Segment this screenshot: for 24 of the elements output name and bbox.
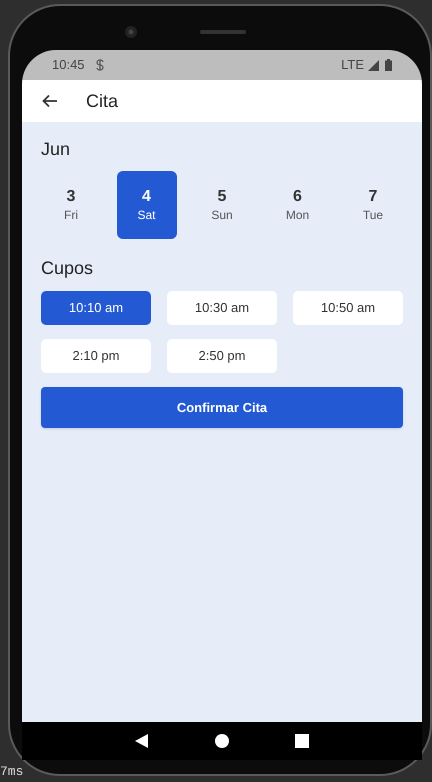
day-tab[interactable]: 5 Sun [192,171,252,239]
section-title: Cupos [41,257,94,279]
camera-icon [124,25,138,39]
back-icon[interactable] [135,734,149,748]
time-slot-button[interactable]: 2:10 pm [41,339,151,373]
time-slot-button[interactable]: 2:50 pm [167,339,277,373]
speaker-grille [200,30,246,34]
overlay-text: 7ms [0,764,24,780]
day-tab[interactable]: 3 Fri [41,171,101,239]
day-tab[interactable]: 7 Tue [343,171,403,239]
time-slot-button[interactable]: 10:10 am [41,291,151,325]
confirm-button[interactable]: Confirmar Cita [41,387,403,428]
screen-title: Cita [86,90,118,112]
status-time: 10:45 [52,56,85,74]
home-icon[interactable] [215,734,229,748]
day-tab[interactable]: 6 Mon [268,171,328,239]
time-slot-button[interactable]: 10:30 am [167,291,277,325]
network-label: LTE [341,56,364,74]
back-arrow-icon[interactable] [42,94,58,108]
day-tab[interactable]: 4 Sat [116,171,176,239]
month-label: Jun [41,138,72,160]
signal-icon [368,60,379,70]
time-slot-button[interactable]: 10:50 am [293,291,403,325]
battery-icon [385,59,392,71]
